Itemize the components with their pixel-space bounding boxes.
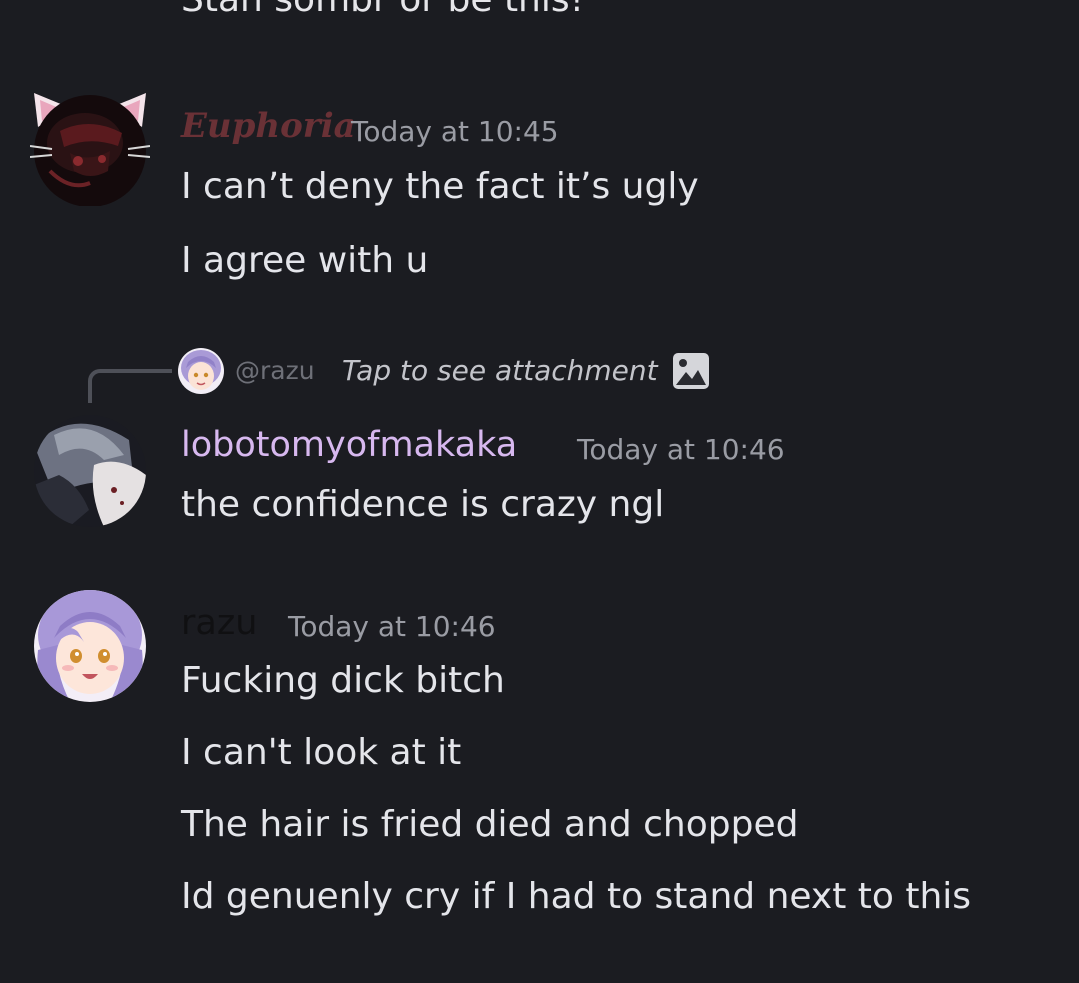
profile-picture-icon [34, 415, 146, 527]
previous-message-text: Stan sombr or be this! [181, 0, 584, 20]
anime-avatar-icon [178, 348, 224, 394]
reply-avatar-razu[interactable] [178, 348, 224, 394]
avatar-euphoria[interactable] [30, 93, 150, 207]
message-text[interactable]: I can't look at it [181, 732, 461, 773]
author-name[interactable]: lobotomyofmakaka [181, 425, 517, 465]
message-timestamp: Today at 10:46 [288, 610, 496, 643]
image-icon[interactable] [672, 352, 710, 390]
message-text[interactable]: Fucking dick bitch [181, 660, 505, 701]
message-text[interactable]: Id genuenly cry if I had to stand next t… [181, 876, 971, 917]
message-text[interactable]: I agree with u [181, 240, 428, 281]
message-text[interactable]: the confidence is crazy ngl [181, 484, 664, 525]
reply-connector [88, 369, 172, 403]
message-timestamp: Today at 10:45 [351, 115, 559, 148]
message-text[interactable]: The hair is fried died and chopped [181, 804, 798, 845]
author-name[interactable]: Euphoria [181, 106, 356, 146]
anime-avatar-icon [34, 590, 146, 702]
reply-mention[interactable]: @razu [235, 356, 315, 385]
message-timestamp: Today at 10:46 [577, 433, 785, 466]
message-text[interactable]: I can’t deny the fact it’s ugly [181, 166, 699, 207]
reply-preview-text[interactable]: Tap to see attachment [342, 354, 658, 387]
author-name[interactable]: razu [181, 603, 257, 643]
avatar-razu[interactable] [34, 590, 146, 702]
avatar-lobotomyofmakaka[interactable] [34, 415, 146, 527]
cat-ear-avatar-icon [30, 93, 150, 206]
